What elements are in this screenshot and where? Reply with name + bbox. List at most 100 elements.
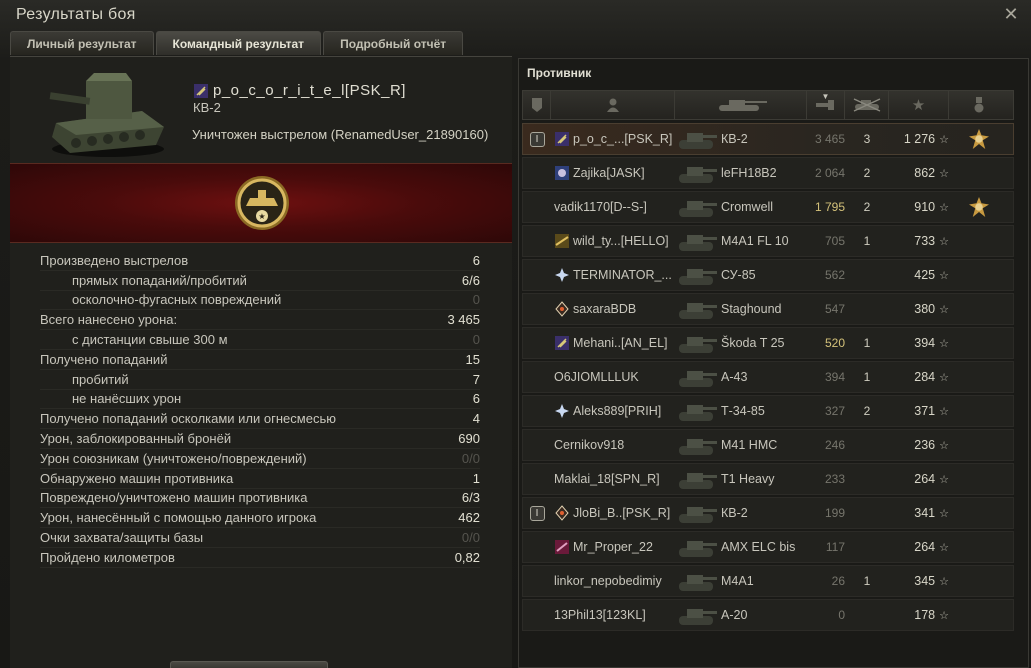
player-name-cell: p_o_c_...[PSK_R] (551, 131, 675, 147)
player-name-cell: Zajika[JASK] (551, 165, 675, 181)
row-medal-icon[interactable] (969, 197, 989, 217)
player-name-cell: wild_ty...[HELLO] (551, 233, 675, 249)
experience-value: 394 (914, 336, 936, 350)
tank-cell: M41 HMC (675, 432, 807, 458)
column-kills[interactable] (845, 91, 889, 119)
tank-mastery-medal-icon[interactable]: ★ (232, 170, 292, 236)
player-name-cell: linkor_nepobedimiy (551, 574, 675, 588)
player-row[interactable]: linkor_nepobedimiy M4A1 26 1 345 ☆ (522, 565, 1014, 597)
experience-value: 910 (914, 200, 936, 214)
stat-value: 690 (458, 431, 480, 447)
experience-value: 371 (914, 404, 936, 418)
stat-value: 1 (472, 470, 480, 486)
player-row[interactable]: wild_ty...[HELLO] M4A1 FL 10 705 1 733 ☆ (522, 225, 1014, 257)
row-medal-icon[interactable] (969, 129, 989, 149)
player-row[interactable]: saxaraBDB Staghound 547 380 ☆ (522, 293, 1014, 325)
tank-name: Staghound (721, 302, 782, 316)
clan-emblem-star-icon (555, 268, 569, 282)
tank-silhouette-icon (679, 133, 717, 149)
stat-row: Получено попаданий 15 (40, 350, 480, 370)
player-row[interactable]: Maklai_18[SPN_R] T1 Heavy 233 264 ☆ (522, 463, 1014, 495)
player-row[interactable]: O6JIOMLLLUK А-43 394 1 284 ☆ (522, 361, 1014, 393)
damage-value: 1 795 (814, 200, 845, 214)
stat-value: 462 (458, 510, 480, 526)
tab-personal-result[interactable]: Личный результат (10, 31, 154, 55)
star-icon: ☆ (939, 405, 949, 418)
battle-results-window: Результаты боя ✕ Личный результат Команд… (0, 0, 1031, 668)
tab-detailed-report[interactable]: Подробный отчёт (323, 31, 464, 55)
tank-name: А-20 (721, 608, 748, 622)
star-icon: ☆ (939, 473, 949, 486)
stat-row: Получено попаданий осколками или огнесме… (40, 409, 480, 430)
stat-value: 6/3 (461, 490, 480, 506)
experience-cell: 284 ☆ (889, 370, 949, 384)
close-icon[interactable]: ✕ (1001, 4, 1021, 24)
player-row[interactable]: Ip_o_c_...[PSK_R] КВ-2 3 465 3 1 276 ☆ (522, 123, 1014, 155)
player-icon (606, 98, 619, 112)
kills-value: 3 (863, 132, 871, 146)
tank-cell: T1 Heavy (675, 466, 807, 492)
player-row[interactable]: Zajika[JASK] leFH18B2 2 064 2 862 ☆ (522, 157, 1014, 189)
tank-name: T1 Heavy (721, 472, 775, 486)
stat-value: 7 (472, 371, 480, 387)
experience-value: 425 (914, 268, 936, 282)
personal-panel: p_o_c_o_r_i_t_e_l[PSK_R] КВ-2 Уничтожен … (10, 56, 512, 668)
window-title: Результаты боя (16, 6, 136, 23)
tank-silhouette-icon (679, 575, 717, 591)
player-row[interactable]: Aleks889[PRIH] Т-34-85 327 2 371 ☆ (522, 395, 1014, 427)
left-bottom-button[interactable] (170, 661, 328, 668)
experience-cell: 380 ☆ (889, 302, 949, 316)
stat-value: 6/6 (461, 272, 480, 288)
stat-value: 0/0 (461, 450, 480, 466)
player-row[interactable]: Mehani..[AN_EL] Škoda T 25 520 1 394 ☆ (522, 327, 1014, 359)
experience-value: 862 (914, 166, 936, 180)
platoon-cell: I (523, 131, 551, 147)
experience-value: 380 (914, 302, 936, 316)
player-row[interactable]: I JloBi_B..[PSK_R] КВ-2 199 341 ☆ (522, 497, 1014, 529)
damage-value: 246 (824, 438, 845, 452)
stat-value: 6 (472, 391, 480, 407)
player-row[interactable]: TERMINATOR_... СУ-85 562 425 ☆ (522, 259, 1014, 291)
column-damage[interactable]: ▼ (807, 91, 845, 119)
player-row[interactable]: Cernikov918 M41 HMC 246 236 ☆ (522, 429, 1014, 461)
tank-icon (718, 100, 767, 111)
stat-row: Урон, нанесённый с помощью данного игрок… (40, 508, 480, 529)
tab-team-result[interactable]: Командный результат (155, 31, 322, 55)
column-tank[interactable] (675, 91, 807, 119)
column-platoon[interactable] (523, 91, 551, 119)
stat-value: 0 (472, 332, 480, 348)
column-experience[interactable]: ★ (889, 91, 949, 119)
kv2-tank-image (49, 73, 164, 157)
experience-cell: 341 ☆ (889, 506, 949, 520)
tank-silhouette-icon (679, 303, 717, 319)
experience-cell: 178 ☆ (889, 608, 949, 622)
player-name-cell: TERMINATOR_... (551, 267, 675, 283)
player-row[interactable]: 13Phil13[123KL] А-20 0 178 ☆ (522, 599, 1014, 631)
platoon-icon (531, 98, 542, 112)
tank-silhouette-icon (679, 371, 717, 387)
player-row[interactable]: vadik1170[D--S-] Cromwell 1 795 2 910 ☆ (522, 191, 1014, 223)
experience-cell: 345 ☆ (889, 574, 949, 588)
tank-name: M41 HMC (721, 438, 778, 452)
column-player[interactable] (551, 91, 675, 119)
player-name-cell: vadik1170[D--S-] (551, 200, 675, 214)
tank-silhouette-icon (679, 201, 717, 217)
svg-text:★: ★ (258, 212, 265, 221)
damage-value: 520 (824, 336, 845, 350)
medal-cell (949, 197, 1009, 217)
star-icon: ☆ (939, 507, 949, 520)
kills-value: 1 (863, 336, 871, 350)
experience-cell: 910 ☆ (889, 200, 949, 214)
column-medal[interactable] (949, 91, 1009, 119)
player-name-cell: Maklai_18[SPN_R] (551, 472, 675, 486)
experience-value: 236 (914, 438, 936, 452)
damage-value: 705 (824, 234, 845, 248)
stat-label: не нанёсших урон (72, 391, 182, 407)
player-name: linkor_nepobedimiy (554, 574, 662, 588)
tank-silhouette-icon (679, 405, 717, 421)
damage-value: 3 465 (814, 132, 845, 146)
star-icon: ☆ (939, 235, 949, 248)
player-row[interactable]: Mr_Proper_22 AMX ELC bis 117 264 ☆ (522, 531, 1014, 563)
kills-value: 1 (863, 574, 871, 588)
tank-name: КВ-2 (721, 506, 748, 520)
